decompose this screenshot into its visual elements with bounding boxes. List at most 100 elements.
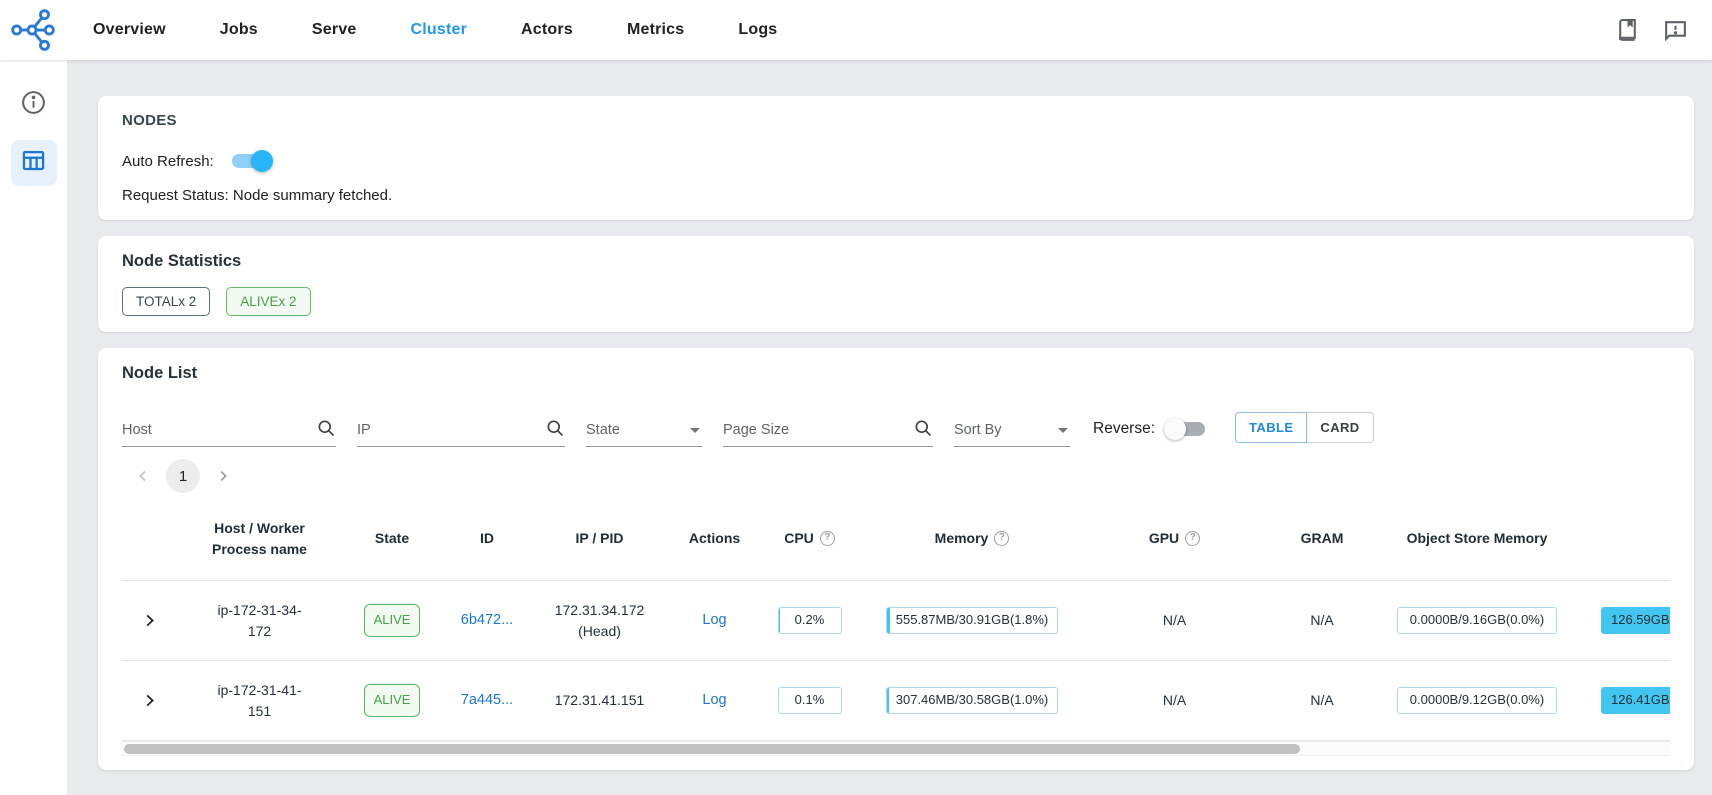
ip-pid-cell: 172.31.41.151 [532,690,667,710]
nav-tab-overview[interactable]: Overview [66,0,193,60]
header-cpu-label: CPU [784,528,814,548]
nav-tab-actors[interactable]: Actors [494,0,600,60]
header-state: State [342,528,442,548]
header-id: ID [442,528,532,548]
disk-usage-bar: 126.59GB/ [1601,607,1670,634]
expand-row-icon[interactable] [136,607,164,635]
search-icon[interactable] [913,418,933,443]
nav-tab-jobs[interactable]: Jobs [193,0,285,60]
node-id-link[interactable]: 7a445... [461,690,513,711]
disk-usage-bar: 126.41GB/ [1601,687,1670,714]
total-count-chip[interactable]: TOTALx 2 [122,287,210,316]
nav-tab-cluster[interactable]: Cluster [384,0,495,60]
alive-count-chip[interactable]: ALIVEx 2 [226,287,310,316]
left-sidebar [0,60,68,795]
gpu-cell: N/A [1087,690,1262,710]
alive-badge: ALIVE [364,604,421,637]
cpu-usage-bar: 0.1% [778,687,842,714]
sort-by-select[interactable]: Sort By [954,414,1070,447]
state-filter-select[interactable]: State [586,414,702,447]
help-icon[interactable]: ? [820,531,835,546]
nav-right-icons [1614,17,1712,43]
host-cell: ip-172-31-41-151 [177,680,342,721]
cpu-cell: 0.1% [762,687,857,714]
header-gram: GRAM [1262,528,1382,548]
auto-refresh-toggle[interactable] [228,149,272,173]
header-cpu: CPU? [762,528,857,548]
scrollbar-thumb[interactable] [124,744,1300,754]
node-row: ip-172-31-41-151 ALIVE 7a445... 172.31.4… [122,661,1670,741]
card-view-button[interactable]: CARD [1307,412,1373,443]
help-icon[interactable]: ? [994,531,1009,546]
filter-row: State Sort By Reverse: [122,403,1670,447]
reverse-group: Reverse: [1093,417,1209,441]
sidebar-item-node-table[interactable] [11,140,57,186]
toggle-knob [251,150,273,172]
gram-cell: N/A [1262,610,1382,630]
memory-usage-bar: 555.87MB/30.91GB(1.8%) [886,607,1058,634]
object-store-cell: 0.0000B/9.12GB(0.0%) [1382,687,1572,714]
nav-tab-logs[interactable]: Logs [711,0,804,60]
ip-filter [357,414,565,447]
pagination: 1 [122,455,1670,497]
node-id-link[interactable]: 6b472... [461,610,513,631]
node-table-icon [20,147,47,179]
sidebar-item-info[interactable] [11,82,57,128]
feedback-icon[interactable] [1662,17,1688,43]
next-page-icon[interactable] [210,463,236,489]
log-link[interactable]: Log [702,610,726,631]
help-icon[interactable]: ? [1185,531,1200,546]
state-cell: ALIVE [342,684,442,717]
memory-cell: 307.46MB/30.58GB(1.0%) [857,687,1087,714]
memory-usage-bar: 307.46MB/30.58GB(1.0%) [886,687,1058,714]
ip-value: 172.31.34.172 [555,600,645,620]
cpu-usage-bar: 0.2% [778,607,842,634]
nodes-card-title: NODES [122,112,1670,129]
docs-icon[interactable] [1614,17,1640,43]
ip-filter-input[interactable] [357,422,545,438]
search-icon[interactable] [316,418,336,443]
header-memory-label: Memory [935,528,989,548]
request-status: Request Status: Node summary fetched. [122,187,1670,204]
header-gpu: GPU? [1087,528,1262,548]
nav-tab-metrics[interactable]: Metrics [600,0,711,60]
prev-page-icon[interactable] [130,463,156,489]
page-size-filter [723,414,933,447]
expand-row-icon[interactable] [136,687,164,715]
reverse-toggle[interactable] [1165,417,1209,441]
node-statistics-title: Node Statistics [122,252,1670,271]
horizontal-scrollbar[interactable] [122,741,1670,756]
gpu-cell: N/A [1087,610,1262,630]
host-cell: ip-172-31-34-172 [177,600,342,641]
node-list-title: Node List [122,364,1670,383]
host-filter [122,414,336,447]
ray-logo-icon[interactable] [0,7,66,53]
nav-tabs: Overview Jobs Serve Cluster Actors Metri… [66,0,804,60]
ip-pid-cell: 172.31.34.172 (Head) [532,600,667,641]
page-number[interactable]: 1 [166,459,200,493]
page-size-input[interactable] [723,422,913,438]
node-table-container: Host / Worker Process name State ID IP /… [122,497,1670,756]
nav-tab-serve[interactable]: Serve [285,0,384,60]
reverse-label: Reverse: [1093,420,1155,438]
object-store-bar: 0.0000B/9.16GB(0.0%) [1397,607,1557,634]
header-actions: Actions [667,528,762,548]
log-link[interactable]: Log [702,690,726,711]
cpu-cell: 0.2% [762,607,857,634]
header-object-store: Object Store Memory [1382,528,1572,548]
auto-refresh-label: Auto Refresh: [122,153,214,170]
ip-value: 172.31.41.151 [555,690,645,710]
alive-badge: ALIVE [364,684,421,717]
disk-cell: 126.41GB/ [1572,687,1670,714]
search-icon[interactable] [545,418,565,443]
nodes-card: NODES Auto Refresh: Request Status: Node… [98,96,1694,220]
node-statistics-card: Node Statistics TOTALx 2 ALIVEx 2 [98,236,1694,332]
actions-cell: Log [667,690,762,711]
ip-role: (Head) [578,621,621,641]
node-table: Host / Worker Process name State ID IP /… [122,497,1670,741]
table-view-button[interactable]: TABLE [1235,412,1307,443]
toggle-knob [1164,418,1186,440]
memory-cell: 555.87MB/30.91GB(1.8%) [857,607,1087,634]
header-ip-pid: IP / PID [532,528,667,548]
host-filter-input[interactable] [122,422,316,438]
